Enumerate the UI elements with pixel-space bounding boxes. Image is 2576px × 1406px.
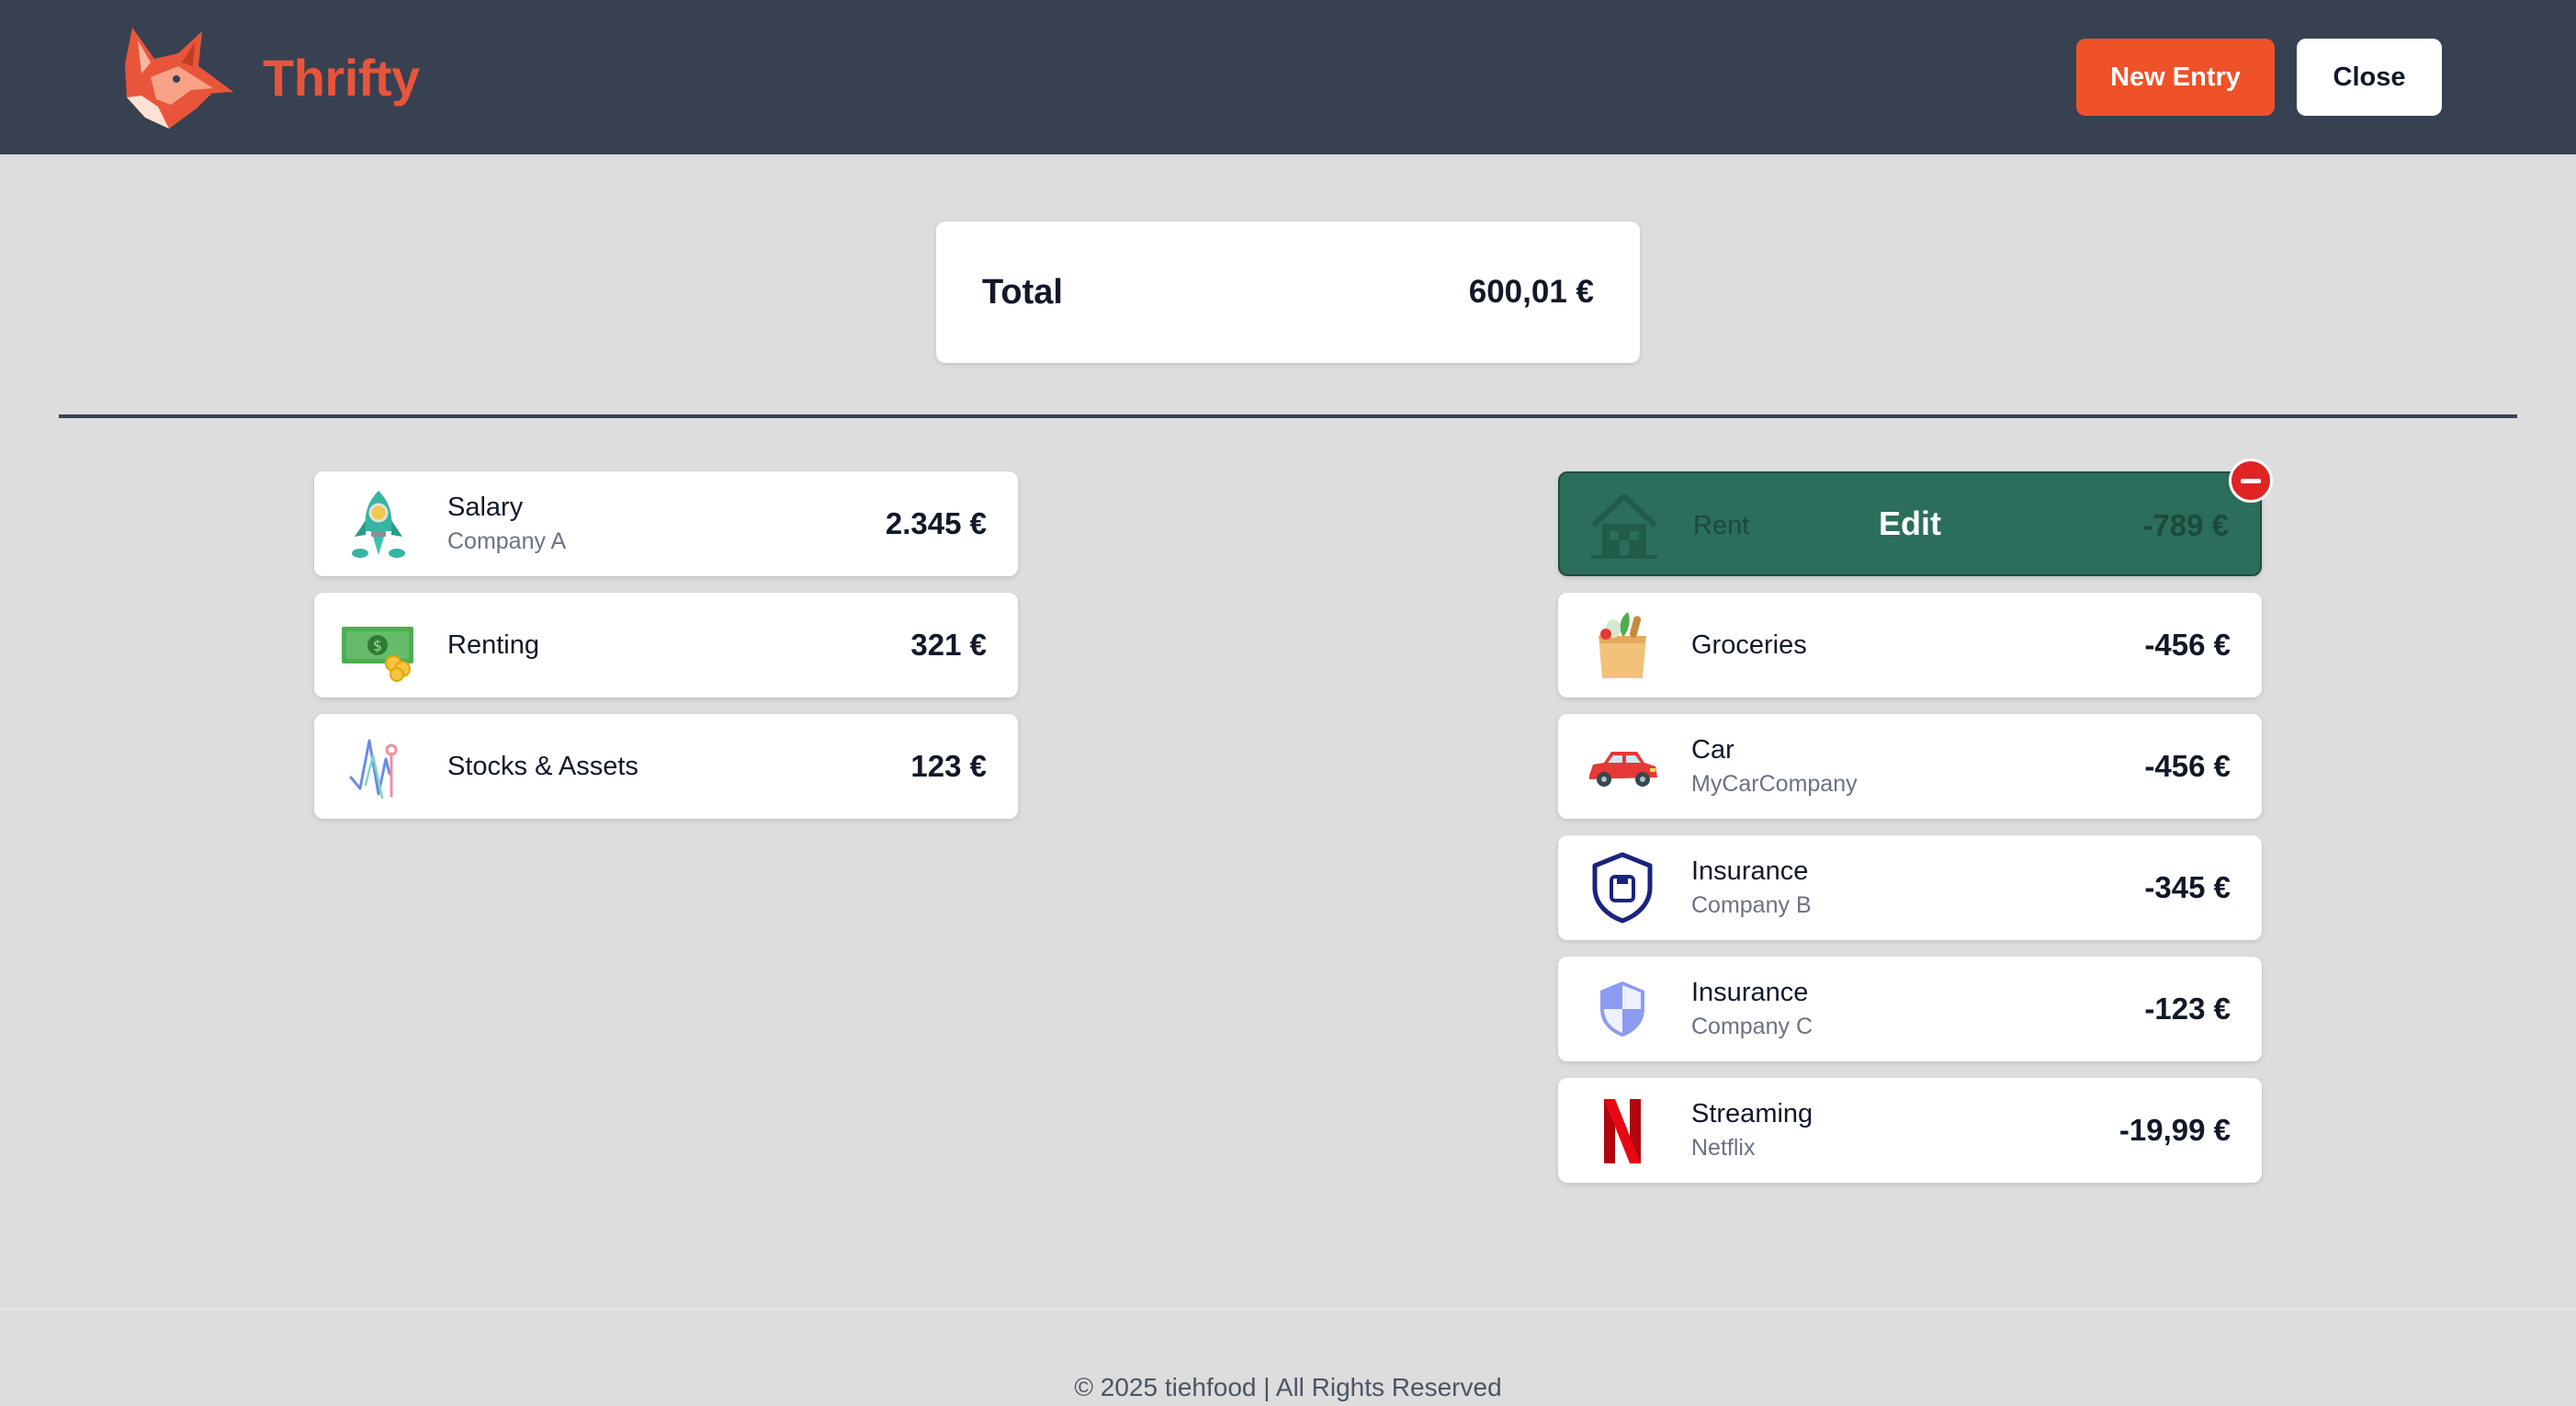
entry-subtitle: Company B	[1691, 892, 1812, 918]
edit-button[interactable]: Edit	[1560, 473, 2260, 574]
entry-amount: -456 €	[2144, 749, 2231, 783]
entry-name: Salary	[447, 493, 524, 522]
brand[interactable]: Thrifty	[114, 22, 420, 132]
copyright-text: © 2025 tiehfood | All Rights Reserved	[1074, 1373, 1502, 1401]
entry-name: Insurance	[1691, 978, 1809, 1007]
income-entry-salary[interactable]: Salary Company A 2.345 €	[314, 471, 1018, 576]
entry-amount: -456 €	[2144, 628, 2231, 662]
entry-amount: -345 €	[2144, 870, 2231, 904]
shield-half-icon	[1586, 972, 1659, 1046]
entry-name: Insurance	[1691, 856, 1809, 886]
svg-text:$: $	[373, 637, 382, 654]
total-card: Total 600,01 €	[936, 221, 1640, 363]
entry-amount: -19,99 €	[2118, 1113, 2231, 1147]
expense-entry-groceries[interactable]: Groceries -456 €	[1558, 593, 2262, 697]
entry-amount: 321 €	[910, 628, 987, 662]
entry-name: Renting	[447, 629, 539, 660]
total-label: Total	[982, 272, 1063, 312]
minus-icon	[2241, 478, 2261, 483]
brand-name: Thrifty	[263, 48, 420, 107]
expense-list: Rent -789 € Edit Groceries -456 € Car My…	[1558, 459, 2273, 1199]
expense-entry-insurance-b[interactable]: Insurance Company B -345 €	[1558, 835, 2262, 940]
netflix-icon	[1586, 1094, 1659, 1167]
grocery-bag-icon	[1586, 608, 1659, 682]
entry-amount: 2.345 €	[885, 506, 987, 540]
income-entry-stocks[interactable]: Stocks & Assets 123 €	[314, 714, 1018, 819]
entry-name: Stocks & Assets	[447, 751, 638, 781]
footer: © 2025 tiehfood | All Rights Reserved	[0, 1309, 2576, 1406]
entry-amount: 123 €	[910, 749, 987, 783]
fox-logo-icon	[125, 28, 233, 129]
entry-amount: -123 €	[2144, 992, 2231, 1026]
income-entry-renting[interactable]: $ Renting 321 €	[314, 593, 1018, 697]
expense-entry-insurance-c[interactable]: Insurance Company C -123 €	[1558, 957, 2262, 1061]
expense-entry-rent[interactable]: Rent -789 € Edit	[1558, 459, 2273, 576]
header-bar: Thrifty New Entry Close	[0, 0, 2576, 154]
car-icon	[1586, 730, 1659, 803]
total-value: 600,01 €	[1468, 274, 1594, 310]
money-bill-icon: $	[342, 608, 415, 682]
entry-subtitle: Company C	[1691, 1014, 1813, 1039]
expense-entry-car[interactable]: Car MyCarCompany -456 €	[1558, 714, 2262, 819]
divider	[59, 414, 2517, 418]
entry-name: Streaming	[1691, 1099, 1813, 1128]
entry-subtitle: MyCarCompany	[1691, 771, 1858, 797]
close-button[interactable]: Close	[2297, 39, 2442, 116]
entry-subtitle: Netflix	[1691, 1135, 1756, 1161]
stock-chart-icon	[342, 730, 415, 803]
entry-subtitle: Company A	[447, 528, 567, 554]
entry-name: Car	[1691, 735, 1734, 765]
delete-entry-button[interactable]	[2229, 459, 2273, 503]
income-list: Salary Company A 2.345 € $ Renting 321 €	[314, 471, 1018, 835]
new-entry-button[interactable]: New Entry	[2076, 39, 2275, 116]
shield-icon	[1586, 851, 1659, 924]
rocket-icon	[342, 487, 415, 561]
entry-name: Groceries	[1691, 629, 1807, 660]
expense-entry-streaming[interactable]: Streaming Netflix -19,99 €	[1558, 1078, 2262, 1183]
